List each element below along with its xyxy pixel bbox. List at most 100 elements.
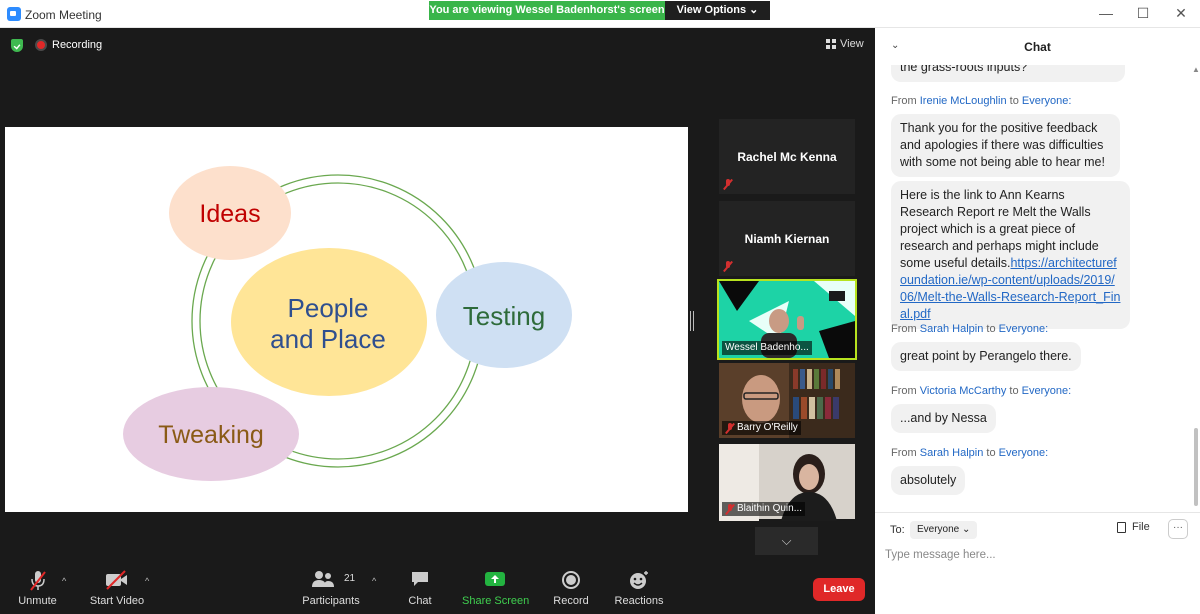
next-page-arrow[interactable]: ⌵ <box>755 527 818 555</box>
participants-label: Participants <box>302 595 360 607</box>
chat-header: ⌄ Chat <box>875 28 1200 65</box>
chat-button[interactable]: Chat <box>400 560 440 614</box>
shield-icon[interactable] <box>11 39 23 52</box>
book <box>817 397 823 419</box>
panel-splitter-handle[interactable] <box>690 311 694 331</box>
meeting-toolbar: Unmute ^ Start Video ^ 21 Participants ^ <box>0 560 875 614</box>
book <box>833 397 839 419</box>
participant-video-tile[interactable]: Blaithin Quin... <box>719 444 855 521</box>
unmute-button[interactable]: Unmute <box>10 560 65 614</box>
chat-title: Chat <box>1024 40 1051 54</box>
participant-tile[interactable]: Rachel Mc Kenna <box>719 119 855 194</box>
record-dot-icon <box>35 39 47 51</box>
chat-messages[interactable]: the grass-roots inputs? From Irenie McLo… <box>875 65 1200 512</box>
video-off-icon <box>106 570 127 590</box>
chat-message-bubble: absolutely <box>891 466 966 495</box>
reactions-button[interactable]: Reactions <box>614 560 664 614</box>
sender-name[interactable]: Sarah Halpin <box>920 323 984 335</box>
message-input[interactable] <box>885 545 1185 565</box>
participant-video-tile[interactable]: Barry O'Reilly <box>719 363 855 438</box>
record-button[interactable]: Record <box>550 560 592 614</box>
participant-name: Barry O'Reilly <box>722 421 801 435</box>
start-video-label: Start Video <box>89 595 145 607</box>
start-video-button[interactable]: Start Video <box>88 560 146 614</box>
tweaking-label: Tweaking <box>158 421 264 449</box>
recipient-name: Everyone: <box>998 447 1049 459</box>
chat-compose: To: Everyone ⌄ File ··· <box>875 512 1200 614</box>
maximize-button[interactable]: ☐ <box>1133 5 1153 22</box>
person-hand <box>797 316 804 330</box>
participants-count: 21 <box>344 573 356 584</box>
chat-message-header: From Sarah Halpin to Everyone: <box>891 323 1048 335</box>
chat-more-button[interactable]: ··· <box>1168 519 1188 539</box>
file-icon <box>1117 521 1126 533</box>
window-title: Zoom Meeting <box>25 8 102 22</box>
place-label: and Place <box>270 324 386 354</box>
mic-muted-icon <box>29 571 46 591</box>
sender-name[interactable]: Irenie McLoughlin <box>920 95 1007 107</box>
participant-name-text: Blaithin Quin... <box>737 503 803 514</box>
reactions-label: Reactions <box>614 595 664 607</box>
chat-message-bubble: Thank you for the positive feedback and … <box>891 114 1120 177</box>
participant-name: Niamh Kiernan <box>744 232 830 246</box>
to-label: To: <box>890 524 905 536</box>
participants-button[interactable]: 21 Participants <box>302 560 360 614</box>
from-prefix: From <box>891 323 917 335</box>
share-screen-button[interactable]: Share Screen <box>462 560 530 614</box>
scroll-up-arrow[interactable]: ▲ <box>1192 65 1200 74</box>
from-prefix: From <box>891 95 917 107</box>
participant-video-tile[interactable]: Wessel Badenho... <box>717 279 857 360</box>
participant-name: Blaithin Quin... <box>722 502 806 516</box>
mic-muted-icon <box>725 423 735 434</box>
unmute-label: Unmute <box>18 595 57 607</box>
backdrop-logo <box>829 291 845 301</box>
book <box>800 369 805 389</box>
people-label: People <box>288 293 369 323</box>
video-options-caret[interactable]: ^ <box>145 576 149 586</box>
zoom-logo-icon <box>7 7 21 21</box>
meeting-area: Recording View Ideas People and Place Te… <box>0 28 875 614</box>
shared-screen: Ideas People and Place Testing Tweaking <box>5 127 688 512</box>
from-prefix: From <box>891 385 917 397</box>
participants-options-caret[interactable]: ^ <box>372 576 376 586</box>
book <box>821 369 826 389</box>
mic-muted-icon <box>725 504 735 515</box>
chat-message-bubble: Here is the link to Ann Kearns Research … <box>891 181 1130 329</box>
share-screen-label: Share Screen <box>462 595 530 607</box>
ideas-label: Ideas <box>199 200 260 228</box>
minimize-button[interactable]: — <box>1096 5 1116 21</box>
slide-diagram: Ideas People and Place Testing Tweaking <box>123 166 572 481</box>
chat-panel: ⌄ Chat the grass-roots inputs? From Iren… <box>875 28 1200 614</box>
view-options-button[interactable]: View Options ⌄ <box>665 1 770 20</box>
recipient-name: Everyone: <box>1021 95 1072 107</box>
grid-icon <box>826 39 836 49</box>
book <box>814 369 819 389</box>
chat-scrollbar[interactable] <box>1194 428 1198 506</box>
recipient-name: Everyone: <box>1021 385 1072 397</box>
audio-options-caret[interactable]: ^ <box>62 576 66 586</box>
participant-tile[interactable]: Niamh Kiernan <box>719 201 855 276</box>
person-face <box>799 464 819 490</box>
chat-message-bubble: great point by Perangelo there. <box>891 342 1081 371</box>
chat-message-bubble: ...and by Nessa <box>891 404 996 433</box>
chat-message-header: From Irenie McLoughlin to Everyone: <box>891 95 1071 107</box>
record-icon <box>562 571 580 589</box>
mic-muted-icon <box>723 261 733 272</box>
file-button[interactable]: File <box>1117 521 1150 533</box>
participant-name: Rachel Mc Kenna <box>737 150 837 164</box>
sender-name[interactable]: Victoria McCarthy <box>920 385 1007 397</box>
participant-name: Wessel Badenho... <box>722 341 812 355</box>
chevron-down-icon: ⌄ <box>749 4 759 16</box>
sender-name[interactable]: Sarah Halpin <box>920 447 984 459</box>
book <box>809 397 815 419</box>
recording-indicator[interactable]: Recording <box>35 37 102 53</box>
chat-message-bubble: the grass-roots inputs? <box>891 65 1125 82</box>
view-button[interactable]: View <box>826 38 864 50</box>
leave-button[interactable]: Leave <box>813 578 865 601</box>
recipient-select[interactable]: Everyone ⌄ <box>910 521 978 539</box>
file-label: File <box>1132 521 1150 533</box>
close-button[interactable]: ✕ <box>1171 5 1191 22</box>
share-screen-icon <box>485 572 505 586</box>
book <box>801 397 807 419</box>
recording-label: Recording <box>52 39 103 51</box>
